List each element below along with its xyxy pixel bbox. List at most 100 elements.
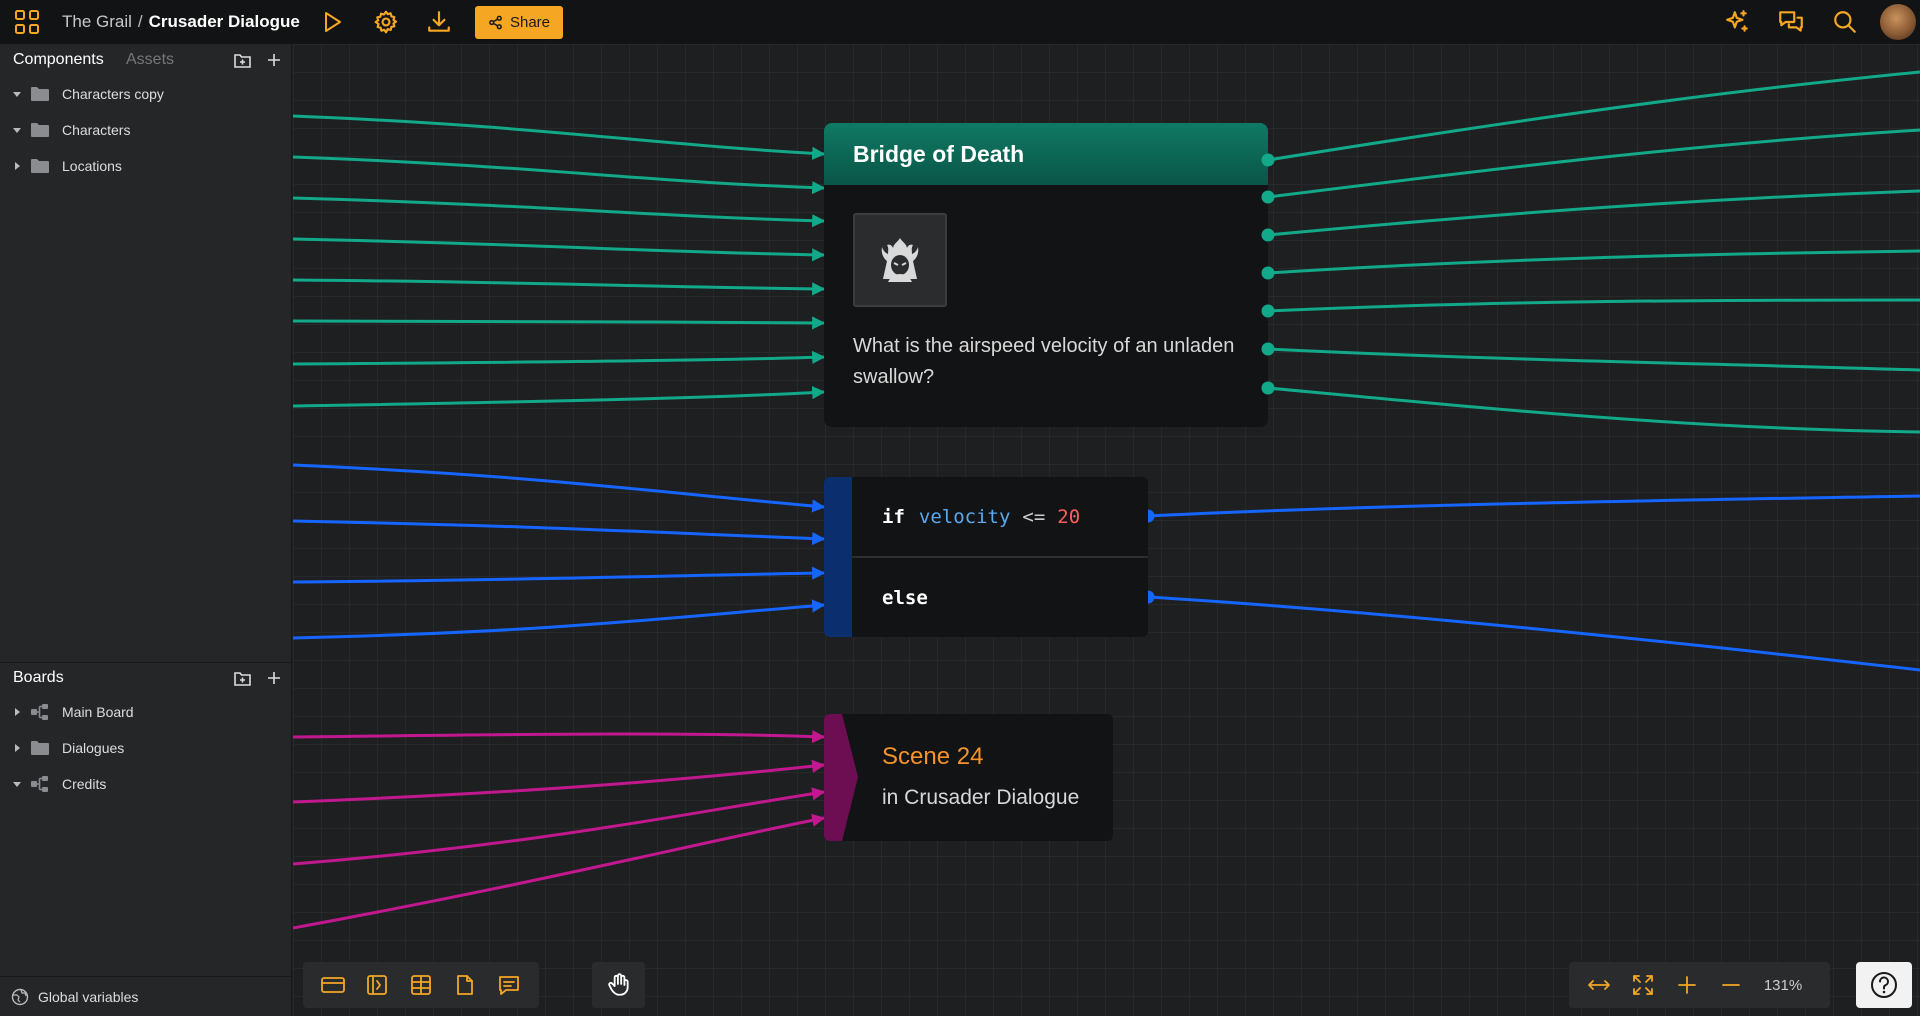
condition-else-row[interactable]: else <box>852 558 1148 637</box>
sidebar: Components Assets Characters copy Charac… <box>0 44 292 1016</box>
dialogue-node-icon <box>321 977 345 993</box>
search-icon[interactable] <box>1829 6 1861 38</box>
tab-components[interactable]: Components <box>13 51 104 69</box>
play-icon[interactable] <box>316 6 348 38</box>
breadcrumb-separator: / <box>137 12 143 31</box>
folder-icon <box>31 87 49 101</box>
share-button[interactable]: Share <box>475 6 563 39</box>
add-component-button[interactable] <box>264 50 284 70</box>
global-variables-label: Global variables <box>38 988 139 1005</box>
fit-width-icon <box>1588 980 1610 990</box>
caret-right-icon[interactable] <box>12 707 22 717</box>
zoom-out-button[interactable] <box>1709 965 1753 1005</box>
boards-title: Boards <box>13 669 64 686</box>
comment-node-icon <box>499 976 519 995</box>
add-condition-node-button[interactable] <box>355 965 399 1005</box>
settings-icon[interactable] <box>370 6 402 38</box>
condition-node[interactable]: if velocity <= 20 else <box>824 477 1148 637</box>
tree-item-main-board[interactable]: Main Board <box>0 697 292 727</box>
new-folder-button[interactable] <box>232 50 252 70</box>
top-bar: The Grail / Crusader Dialogue Share <box>0 0 1920 44</box>
output-pin[interactable] <box>1261 153 1275 167</box>
folder-icon <box>31 741 49 755</box>
plus-icon <box>268 672 280 684</box>
globe-icon <box>11 988 29 1005</box>
share-label: Share <box>509 14 551 31</box>
add-board-button[interactable] <box>264 668 284 688</box>
folder-icon <box>31 123 49 137</box>
folder-icon <box>31 159 49 173</box>
output-pin[interactable] <box>1261 304 1275 318</box>
global-variables-button[interactable]: Global variables <box>0 976 292 1016</box>
fit-screen-icon <box>1633 975 1653 995</box>
condition-if-row[interactable]: if velocity <= 20 <box>852 477 1148 556</box>
tree-item-label: Characters <box>62 122 131 138</box>
plus-icon <box>268 54 280 66</box>
add-table-node-button[interactable] <box>399 965 443 1005</box>
tree-item-label: Dialogues <box>62 740 125 756</box>
tree-item-label: Credits <box>62 776 107 792</box>
zoom-out-icon <box>1722 984 1740 986</box>
tree-item-locations[interactable]: Locations <box>0 151 292 181</box>
output-pin[interactable] <box>1261 342 1275 356</box>
condition-node-bar <box>824 477 852 637</box>
table-node-icon <box>411 975 431 995</box>
new-folder-icon <box>233 53 251 68</box>
tree-item-label: Characters copy <box>62 86 164 102</box>
note-node-icon <box>457 975 473 995</box>
tree-item-credits[interactable]: Credits <box>0 769 292 799</box>
hand-icon <box>607 973 629 996</box>
apps-grid-icon[interactable] <box>11 6 43 38</box>
new-folder-icon <box>233 671 251 686</box>
add-comment-node-button[interactable] <box>487 965 531 1005</box>
jump-node-title: Scene 24 <box>882 743 984 770</box>
caret-down-icon[interactable] <box>12 779 22 789</box>
new-board-folder-button[interactable] <box>232 668 252 688</box>
flow-canvas[interactable]: Bridge of Death What is the airspeed vel… <box>293 44 1920 1016</box>
share-icon <box>489 15 502 30</box>
condition-value: 20 <box>1057 505 1081 528</box>
comments-icon[interactable] <box>1775 6 1807 38</box>
tree-item-dialogues[interactable]: Dialogues <box>0 733 292 763</box>
zoom-in-icon <box>1678 976 1696 994</box>
boards-header: Boards <box>0 662 292 694</box>
output-pin[interactable] <box>1261 228 1275 242</box>
tree-item-characters[interactable]: Characters <box>0 115 292 145</box>
condition-node-icon <box>367 975 387 995</box>
else-keyword: else <box>882 586 928 609</box>
tab-assets[interactable]: Assets <box>126 51 174 69</box>
tree-item-label: Main Board <box>62 704 134 720</box>
tree-item-characters-copy[interactable]: Characters copy <box>0 79 292 109</box>
user-avatar[interactable] <box>1880 4 1916 40</box>
download-icon[interactable] <box>423 6 455 38</box>
components-header: Components Assets <box>0 44 292 76</box>
board-icon <box>31 776 48 792</box>
output-pin[interactable] <box>1261 381 1275 395</box>
zoom-in-button[interactable] <box>1665 965 1709 1005</box>
output-pin[interactable] <box>1261 190 1275 204</box>
jump-node[interactable]: Scene 24 in Crusader Dialogue <box>824 714 1113 841</box>
condition-operator: <= <box>1022 505 1046 528</box>
board-icon <box>31 704 48 720</box>
help-button[interactable] <box>1856 962 1912 1008</box>
zoom-level[interactable]: 131% <box>1753 977 1813 994</box>
if-keyword: if <box>882 505 905 528</box>
caret-down-icon[interactable] <box>12 125 22 135</box>
caret-down-icon[interactable] <box>12 89 22 99</box>
zoom-controls: 131% <box>1569 962 1830 1008</box>
caret-right-icon[interactable] <box>12 161 22 171</box>
add-dialogue-node-button[interactable] <box>311 965 355 1005</box>
help-icon <box>1871 972 1897 998</box>
output-pin[interactable] <box>1261 266 1275 280</box>
jump-node-chevron <box>824 714 858 841</box>
breadcrumb-current[interactable]: Crusader Dialogue <box>149 12 300 31</box>
node-toolbar <box>303 962 539 1008</box>
add-note-node-button[interactable] <box>443 965 487 1005</box>
ai-sparkle-icon[interactable] <box>1721 6 1753 38</box>
fit-screen-button[interactable] <box>1621 965 1665 1005</box>
caret-right-icon[interactable] <box>12 743 22 753</box>
tree-item-label: Locations <box>62 158 122 174</box>
breadcrumb-project[interactable]: The Grail <box>62 12 132 31</box>
pan-tool-button[interactable] <box>592 962 645 1008</box>
fit-width-button[interactable] <box>1577 965 1621 1005</box>
